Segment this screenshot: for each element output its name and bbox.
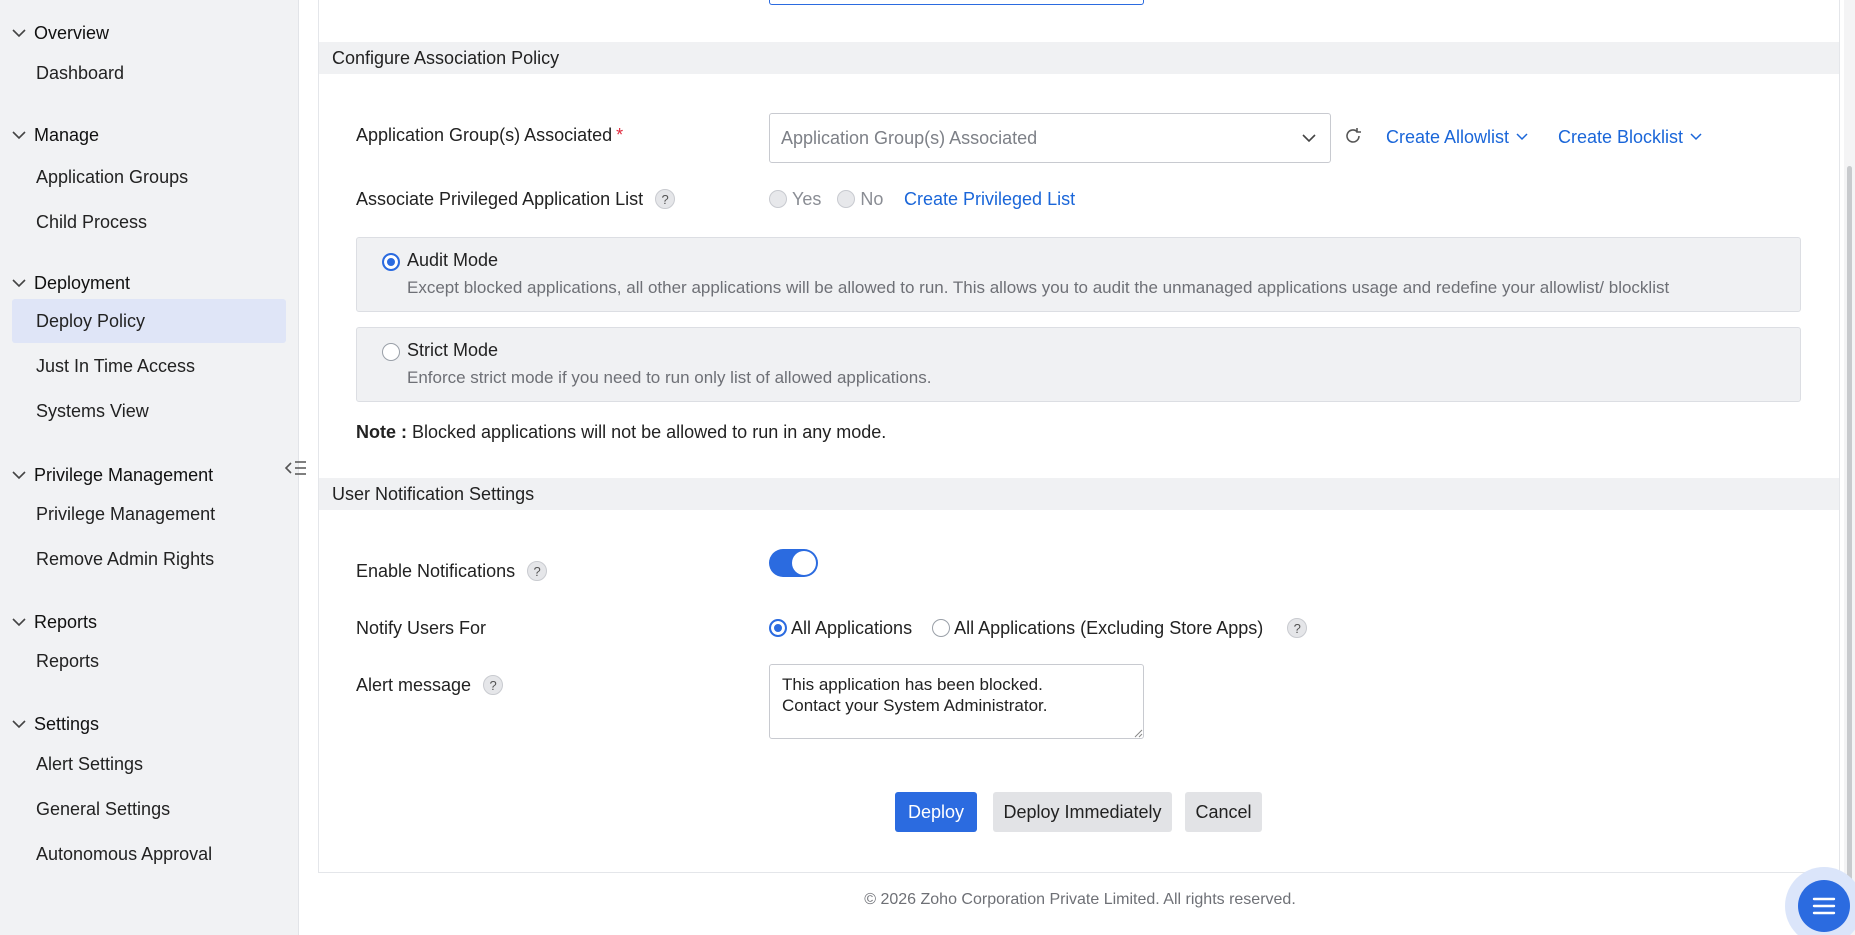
app-root: Overview Dashboard Manage Application Gr… — [0, 0, 1855, 935]
sidebar-item-autonomous-approval[interactable]: Autonomous Approval — [12, 832, 286, 876]
chevron-down-icon — [1690, 133, 1702, 141]
sidebar-item-remove-admin-rights[interactable]: Remove Admin Rights — [12, 537, 286, 581]
alert-label-text: Alert message — [356, 674, 472, 695]
chevron-down-icon — [12, 29, 26, 38]
radio-strict-mode[interactable] — [382, 343, 400, 361]
nav-section-header[interactable]: Reports — [12, 607, 97, 637]
strict-mode-title: Strict Mode — [407, 340, 499, 360]
sidebar-item-dashboard[interactable]: Dashboard — [12, 51, 286, 95]
nav-section-title: Deployment — [34, 272, 131, 293]
audit-mode-card[interactable]: Audit Mode Except blocked applications, … — [356, 237, 1801, 312]
nav-section-title: Overview — [34, 22, 110, 43]
chevron-down-icon — [12, 131, 26, 140]
radio-all-applications[interactable] — [769, 619, 787, 637]
nav-section-header[interactable]: Deployment — [12, 268, 130, 298]
collapse-sidebar-icon[interactable] — [284, 456, 308, 480]
radio-yes[interactable] — [769, 190, 787, 208]
audit-mode-title: Audit Mode — [407, 250, 499, 270]
scrollbar-track[interactable] — [1844, 0, 1855, 935]
notifications-toggle[interactable] — [769, 549, 818, 577]
note-label: Note : — [356, 421, 407, 442]
help-icon[interactable]: ? — [655, 189, 676, 209]
nav-section-title: Reports — [34, 611, 98, 632]
create-privileged-list-link[interactable]: Create Privileged List — [904, 187, 1075, 211]
radio-excluding-store-apps[interactable] — [932, 619, 951, 637]
create-allowlist-text: Create Allowlist — [1386, 126, 1510, 147]
sidebar-item-application-groups[interactable]: Application Groups — [12, 155, 286, 199]
chevron-down-icon — [1302, 134, 1316, 143]
sidebar-item-just-in-time-access[interactable]: Just In Time Access — [12, 344, 286, 388]
enable-label-text: Enable Notifications — [356, 560, 516, 581]
app-group-select[interactable]: Application Group(s) Associated — [769, 113, 1331, 163]
radio-yes-label: Yes — [792, 188, 822, 209]
toggle-knob — [792, 551, 816, 575]
radio-audit-mode[interactable] — [382, 253, 400, 271]
radio-no-label: No — [860, 188, 884, 209]
strict-mode-card[interactable]: Strict Mode Enforce strict mode if you n… — [356, 327, 1801, 402]
help-icon[interactable]: ? — [1287, 618, 1308, 638]
nav-section-title: Privilege Management — [34, 464, 214, 485]
resize-handle-icon[interactable] — [1134, 729, 1143, 738]
sidebar-item-alert-settings[interactable]: Alert Settings — [12, 742, 286, 786]
chevron-down-icon — [12, 720, 26, 729]
required-mark: * — [616, 124, 624, 145]
create-blocklist-link[interactable]: Create Blocklist — [1558, 125, 1702, 149]
audit-mode-desc: Except blocked applications, all other a… — [407, 278, 1670, 297]
app-group-placeholder: Application Group(s) Associated — [781, 127, 1038, 148]
floating-menu-button[interactable] — [1798, 880, 1850, 932]
nav-section-header[interactable]: Overview — [12, 18, 109, 48]
nav-section-header[interactable]: Manage — [12, 120, 99, 150]
sidebar-item-deploy-policy[interactable]: Deploy Policy — [12, 299, 286, 343]
chevron-down-icon — [12, 279, 26, 288]
input-field-partial[interactable] — [769, 0, 1144, 5]
mode-note: Note : Blocked applications will not be … — [356, 420, 886, 444]
nav-section-title: Settings — [34, 713, 100, 734]
deploy-immediately-button[interactable]: Deploy Immediately — [993, 792, 1172, 832]
note-text: Blocked applications will not be allowed… — [412, 421, 887, 442]
footer-copyright: © 2026 Zoho Corporation Private Limited.… — [864, 891, 1296, 908]
chevron-down-icon — [12, 618, 26, 627]
chevron-down-icon — [1516, 133, 1528, 141]
alert-message-label: Alert message ? — [356, 673, 504, 697]
nav-section-header[interactable]: Privilege Management — [12, 460, 213, 490]
notify-users-label: Notify Users For — [356, 617, 487, 638]
privileged-list-label: Associate Privileged Application List ? — [356, 187, 676, 211]
notify-radio-group: All Applications All Applications (Exclu… — [769, 616, 1308, 640]
radio-all-applications-label: All Applications — [791, 617, 913, 638]
sidebar-item-reports[interactable]: Reports — [12, 639, 286, 683]
alert-message-textarea[interactable]: This application has been blocked. Conta… — [769, 664, 1144, 739]
sidebar-item-systems-view[interactable]: Systems View — [12, 389, 286, 433]
app-group-label: Application Group(s) Associated * — [356, 123, 623, 147]
chevron-down-icon — [12, 471, 26, 480]
strict-mode-desc: Enforce strict mode if you need to run o… — [407, 368, 932, 387]
help-icon[interactable]: ? — [483, 675, 504, 695]
sidebar-item-privilege-management[interactable]: Privilege Management — [12, 492, 286, 536]
menu-icon — [1812, 897, 1836, 915]
nav-section-title: Manage — [34, 124, 100, 145]
privileged-radio-group: Yes No — [769, 187, 883, 211]
sidebar-item-child-process[interactable]: Child Process — [12, 200, 286, 244]
nav-section-header[interactable]: Settings — [12, 709, 99, 739]
cancel-button[interactable]: Cancel — [1185, 792, 1262, 832]
deploy-button[interactable]: Deploy — [895, 792, 977, 832]
radio-no[interactable] — [837, 190, 856, 208]
scrollbar-thumb[interactable] — [1847, 166, 1852, 906]
radio-excluding-store-apps-label: All Applications (Excluding Store Apps) — [954, 617, 1264, 638]
section-header-association: Configure Association Policy — [319, 42, 1839, 74]
privileged-label-text: Associate Privileged Application List — [356, 188, 644, 209]
help-icon[interactable]: ? — [527, 561, 548, 581]
app-group-label-text: Application Group(s) Associated — [356, 124, 613, 145]
sidebar: Overview Dashboard Manage Application Gr… — [0, 0, 299, 935]
create-allowlist-link[interactable]: Create Allowlist — [1386, 125, 1528, 149]
refresh-icon[interactable] — [1344, 127, 1362, 145]
create-blocklist-text: Create Blocklist — [1558, 126, 1684, 147]
sidebar-item-general-settings[interactable]: General Settings — [12, 787, 286, 831]
section-header-notification: User Notification Settings — [319, 478, 1839, 510]
enable-notifications-label: Enable Notifications ? — [356, 559, 548, 583]
